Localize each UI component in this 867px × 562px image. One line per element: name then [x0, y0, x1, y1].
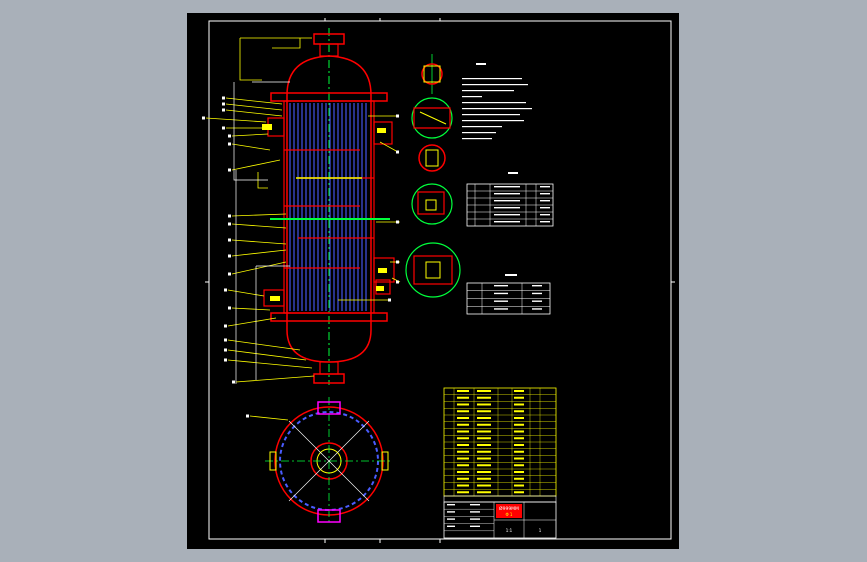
title-stamp: Ø999MM [499, 505, 519, 512]
drawing-sheet [187, 13, 679, 549]
title-sheet: 1 [539, 528, 542, 533]
cad-drawing: Ø999MMΦ 1 1:1 1 [0, 0, 867, 562]
cad-viewport[interactable]: Ø999MM Φ 1 1:1 1 [0, 0, 867, 562]
title-stamp-2: Φ 1 [506, 512, 513, 517]
title-scale: 1:1 [506, 528, 513, 533]
